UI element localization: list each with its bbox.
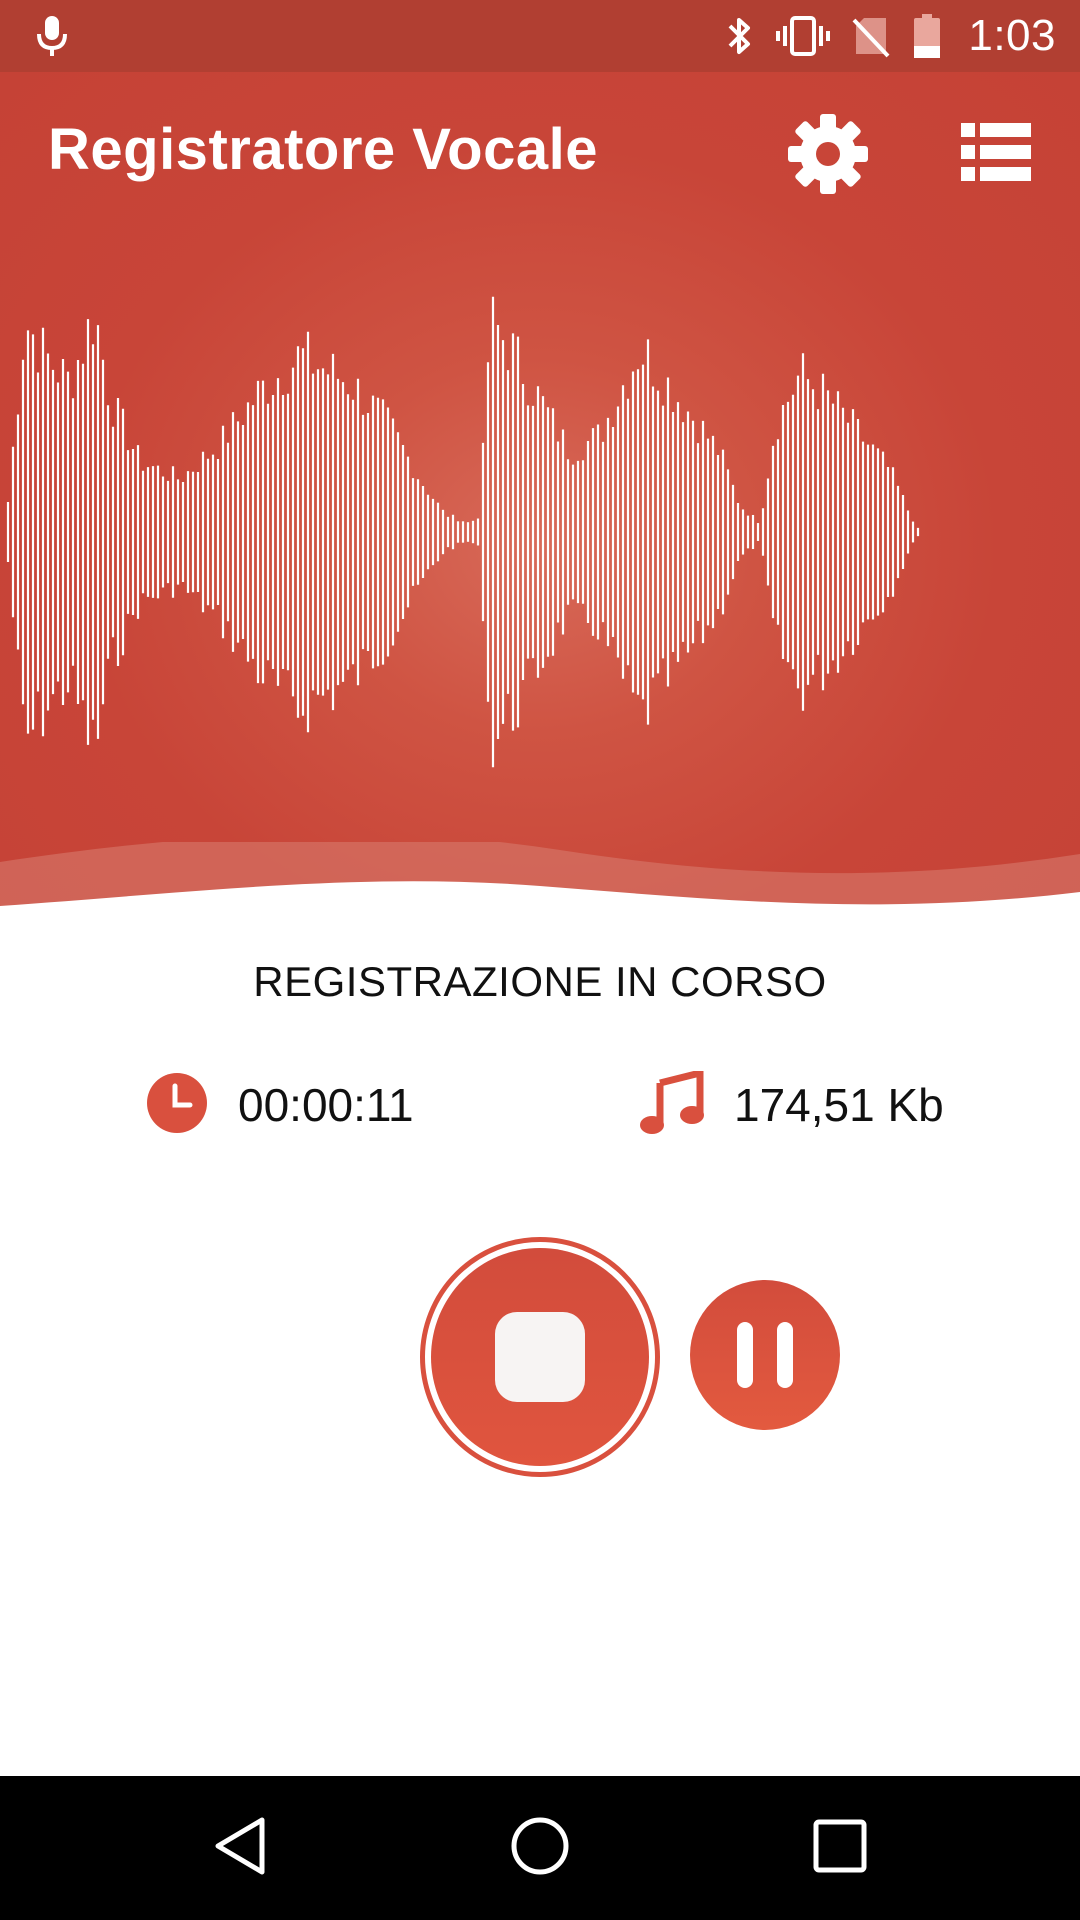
mic-icon xyxy=(34,12,70,60)
file-size-value: 174,51 Kb xyxy=(734,1079,944,1131)
recordings-list-button[interactable] xyxy=(960,122,1032,186)
stop-button[interactable] xyxy=(420,1237,660,1477)
status-bar: 1:03 xyxy=(0,0,1080,72)
recents-icon xyxy=(810,1816,870,1880)
pause-button[interactable] xyxy=(690,1280,840,1430)
back-button[interactable] xyxy=(200,1812,280,1884)
home-icon xyxy=(508,1814,572,1882)
pause-icon-bar-right xyxy=(777,1322,793,1388)
battery-icon xyxy=(912,12,942,60)
elapsed-time: 00:00:11 xyxy=(146,1070,414,1140)
recents-button[interactable] xyxy=(800,1812,880,1884)
list-icon xyxy=(961,123,1031,185)
back-icon xyxy=(210,1814,270,1882)
elapsed-time-value: 00:00:11 xyxy=(238,1079,414,1131)
system-navigation-bar xyxy=(0,1776,1080,1920)
recording-status: REGISTRAZIONE IN CORSO xyxy=(253,958,827,1005)
vibrate-icon xyxy=(776,14,831,58)
music-note-icon xyxy=(640,1068,704,1139)
settings-button[interactable] xyxy=(786,114,870,198)
file-size: 174,51 Kb xyxy=(640,1068,944,1140)
audio-waveform xyxy=(6,296,920,768)
settings-icon xyxy=(787,113,869,199)
recorder-header: Registratore Vocale xyxy=(0,72,1080,932)
status-time: 1:03 xyxy=(968,11,1056,60)
status-icons: 1:03 xyxy=(702,10,1056,62)
pause-icon-bar-left xyxy=(737,1322,753,1388)
bluetooth-icon xyxy=(724,14,754,58)
stop-button-body xyxy=(431,1248,649,1466)
clock-icon xyxy=(146,1072,208,1138)
no-sim-icon xyxy=(852,14,890,58)
app-title: Registratore Vocale xyxy=(48,117,598,182)
home-button[interactable] xyxy=(500,1812,580,1884)
stop-icon xyxy=(495,1312,585,1402)
